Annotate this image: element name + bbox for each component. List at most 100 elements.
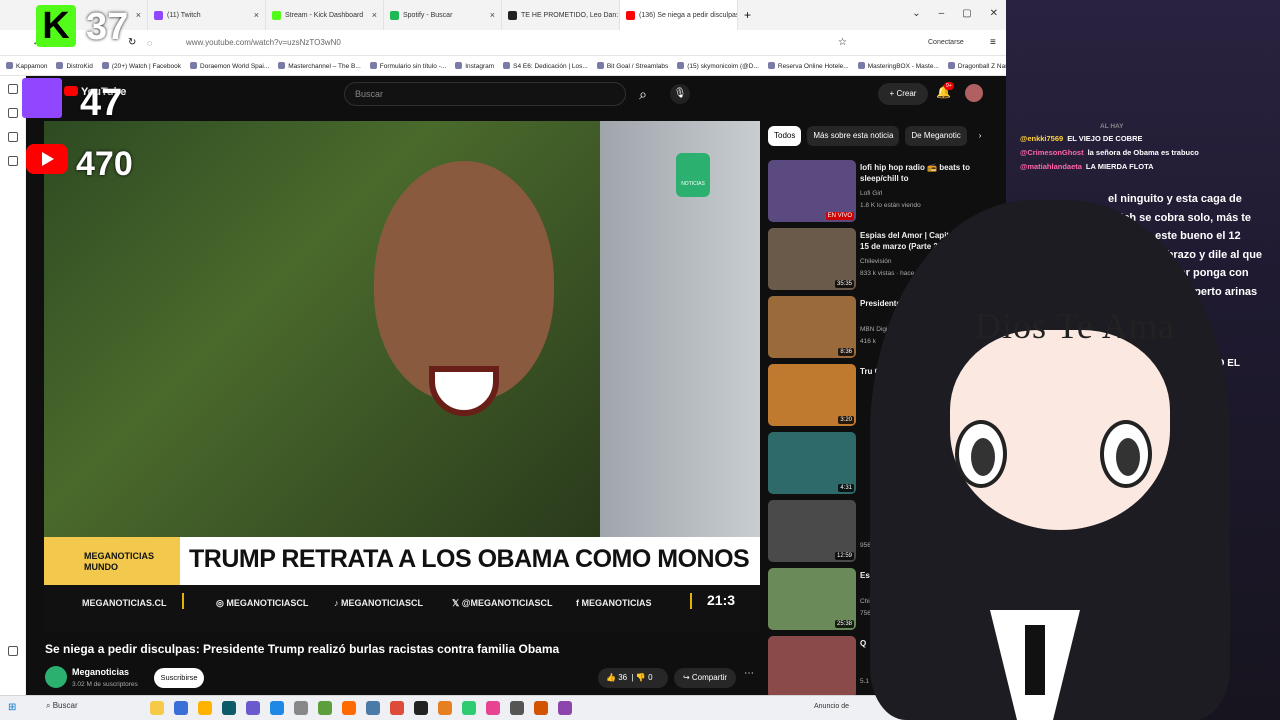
channel-name[interactable]: Meganoticias (72, 667, 129, 677)
url-field[interactable]: www.youtube.com/watch?v=uzsNzTO3wN0 (186, 38, 341, 47)
sidebar-icon[interactable] (8, 84, 18, 94)
app-icon[interactable] (366, 701, 380, 715)
bookmark-item[interactable]: DistroKid (56, 62, 92, 70)
app-icon[interactable] (318, 701, 332, 715)
maximize-button[interactable]: ▢ (962, 8, 971, 19)
avatar[interactable] (965, 84, 983, 102)
refresh-icon[interactable]: ↻ (128, 37, 136, 48)
youtube-viewer-count: 470 (76, 145, 133, 183)
like-dislike-button[interactable]: 👍 36 | 👎 0 (598, 668, 668, 688)
taskbar-search[interactable]: ⌕ Buscar (46, 701, 78, 711)
connect-button[interactable]: Conectarse (928, 39, 964, 46)
app-icon[interactable] (414, 701, 428, 715)
video-thumbnail[interactable]: 12:59 (768, 500, 856, 562)
bookmark-item[interactable]: (20+) Watch | Facebook (102, 62, 181, 70)
thumbs-down-icon[interactable]: 👎 (636, 673, 646, 682)
browser-tab[interactable]: TE HE PROMETIDO, Leo Dan: Ac× (502, 0, 620, 30)
video-thumbnail[interactable]: 8:36 (768, 296, 856, 358)
browser-tab[interactable]: Stream - Kick Dashboard × (266, 0, 384, 30)
menu-icon[interactable]: ≡ (990, 37, 996, 48)
app-icon[interactable] (198, 701, 212, 715)
bookmark-item[interactable]: Masterchannel – The B... (278, 62, 361, 70)
filter-chip[interactable]: Más sobre esta noticia (807, 126, 900, 146)
app-icon[interactable] (534, 701, 548, 715)
close-tab-icon[interactable]: × (490, 10, 495, 20)
chat-header: AL HAY (1100, 123, 1124, 130)
duration-badge: 35:35 (834, 280, 854, 288)
app-icon[interactable] (438, 701, 452, 715)
bookmark-item[interactable]: Reserva Online Hotele... (768, 62, 849, 70)
bookmark-item[interactable]: Bit Goal / Streamlabs (597, 62, 668, 70)
app-icon[interactable] (342, 701, 356, 715)
browser-window: en vivo×(11) Twitch×Stream - Kick Dashbo… (0, 0, 1006, 698)
chat-text: EL VIEJO DE COBRE (1067, 134, 1143, 143)
share-button[interactable]: ↪ Compartir (674, 668, 736, 688)
address-bar: ← ↻ ◌ www.youtube.com/watch?v=uzsNzTO3wN… (0, 30, 1006, 56)
app-icon[interactable] (390, 701, 404, 715)
app-icon[interactable] (510, 701, 524, 715)
chevron-down-icon[interactable]: ⌄ (912, 8, 920, 19)
notification-badge: 9+ (944, 82, 954, 90)
close-tab-icon[interactable]: × (136, 10, 141, 20)
video-thumbnail[interactable]: 35:35 (768, 228, 856, 290)
social-tiktok: ♪ MEGANOTICIASCL (334, 598, 424, 608)
duration-badge: 3:20 (838, 416, 854, 424)
app-icon[interactable] (462, 701, 476, 715)
close-button[interactable]: ✕ (990, 8, 998, 19)
sidebar-icon[interactable] (8, 132, 18, 142)
chevron-right-icon[interactable]: › (973, 126, 988, 146)
duration-badge: EN VIVO (825, 212, 854, 220)
app-icon[interactable] (150, 701, 164, 715)
bookmark-item[interactable]: Kappamon (6, 62, 47, 70)
app-icon[interactable] (246, 701, 260, 715)
close-tab-icon[interactable]: × (254, 10, 259, 20)
bookmark-item[interactable]: Formulario sin título -... (370, 62, 446, 70)
app-icon[interactable] (174, 701, 188, 715)
chat-line: @enkki7569 EL VIEJO DE COBRE (1020, 134, 1142, 143)
browser-tab[interactable]: (136) Se niega a pedir disculpas× (620, 0, 738, 30)
video-title: Se niega a pedir disculpas: Presidente T… (45, 642, 560, 656)
related-title[interactable]: lofi hip hop radio 📻 beats to sleep/chil… (860, 162, 970, 184)
browser-tab[interactable]: Spotify - Buscar × (384, 0, 502, 30)
on-air-clock: 21:3 (707, 592, 736, 608)
bookmark-item[interactable]: Dragonball Z Narrador... (948, 62, 1006, 70)
avatar-eye-right (1100, 420, 1152, 488)
new-tab-button[interactable]: + (744, 8, 751, 22)
windows-icon[interactable]: ⊞ (8, 702, 16, 713)
video-thumbnail[interactable] (768, 636, 856, 698)
social-website: MEGANOTICIAS.CL (82, 598, 167, 608)
subscribe-button[interactable]: Suscribirse (154, 668, 204, 688)
browser-tab[interactable]: (11) Twitch × (148, 0, 266, 30)
video-thumbnail[interactable]: 25:38 (768, 568, 856, 630)
thumbs-up-icon[interactable]: 👍 (606, 673, 616, 682)
settings-icon[interactable] (8, 646, 18, 656)
filter-chip[interactable]: De Meganotic (905, 126, 967, 146)
channel-avatar[interactable] (45, 666, 67, 688)
app-icon[interactable] (294, 701, 308, 715)
app-icon[interactable] (270, 701, 284, 715)
search-input[interactable]: Buscar (344, 82, 626, 106)
bookmark-item[interactable]: MasteringBOX - Maste... (858, 62, 939, 70)
app-icon[interactable] (558, 701, 572, 715)
minimize-button[interactable]: – (939, 8, 945, 19)
app-icon[interactable] (222, 701, 236, 715)
star-icon[interactable]: ☆ (838, 37, 847, 48)
video-thumbnail[interactable]: 4:31 (768, 432, 856, 494)
more-icon[interactable]: ⋯ (744, 668, 754, 679)
bookmark-item[interactable]: S4 E6: Dedicación | Los... (503, 62, 588, 70)
create-button[interactable]: + Crear (878, 83, 928, 105)
bookmark-item[interactable]: Doraemon World Spai... (190, 62, 269, 70)
video-player[interactable]: NOTICIAS MEGANOTICIAS MUNDO TRUMP RETRAT… (44, 121, 760, 631)
video-thumbnail[interactable]: 3:20 (768, 364, 856, 426)
sidebar-icon[interactable] (8, 156, 18, 166)
tab-label: TE HE PROMETIDO, Leo Dan: Ac (521, 11, 620, 19)
video-thumbnail[interactable]: EN VIVO (768, 160, 856, 222)
mic-icon[interactable]: 🎙 (670, 84, 690, 104)
sidebar-icon[interactable] (8, 108, 18, 118)
search-icon[interactable]: ⌕ (630, 82, 656, 106)
bookmark-item[interactable]: Instagram (455, 62, 494, 70)
filter-chip[interactable]: Todos (768, 126, 802, 146)
app-icon[interactable] (486, 701, 500, 715)
bookmark-item[interactable]: (15) skymonicoim (@D... (677, 62, 759, 70)
close-tab-icon[interactable]: × (372, 10, 377, 20)
